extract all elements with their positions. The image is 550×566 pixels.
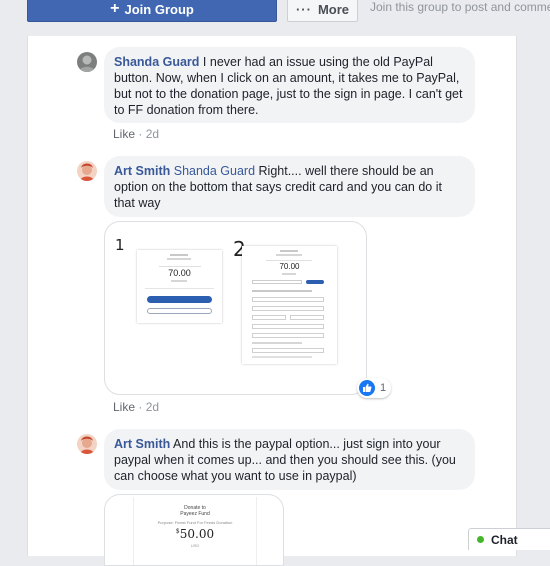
donation-amount: $50.00 xyxy=(175,527,215,541)
reaction-summary[interactable]: 1 xyxy=(357,378,392,398)
handwritten-label-1: 1 xyxy=(115,236,125,254)
join-group-label: Join Group xyxy=(124,1,194,17)
more-label: More xyxy=(317,1,350,17)
comment-time[interactable]: 2d xyxy=(146,400,159,414)
group-action-bar: + Join Group ··· More Join this group to… xyxy=(0,0,550,24)
like-reaction-icon xyxy=(359,380,375,396)
paypal-screenshot-2: 70.00 xyxy=(242,246,337,364)
comment-actions: Like · 2d xyxy=(113,400,159,414)
comment-author[interactable]: Art Smith xyxy=(114,164,170,178)
donation-amount: 70.00 xyxy=(279,262,300,271)
more-button[interactable]: ··· More xyxy=(287,0,358,22)
donation-currency: USD xyxy=(190,543,200,548)
join-group-button[interactable]: + Join Group xyxy=(27,0,277,22)
comment-image-attachment[interactable]: 1 2 70.00 70.00 xyxy=(104,221,367,395)
more-dots-icon: ··· xyxy=(295,1,312,17)
like-link[interactable]: Like xyxy=(113,127,135,141)
comment-bubble: Art Smith And this is the paypal option.… xyxy=(104,429,475,490)
avatar-shanda-guard[interactable] xyxy=(77,52,97,72)
plus-icon: + xyxy=(110,0,120,17)
paypal-screenshot-3: Donate to Payeez Fund Purpose: Finest Fu… xyxy=(133,497,257,565)
paypal-screenshot-1: 70.00 xyxy=(137,250,222,323)
donation-amount: 70.00 xyxy=(168,268,191,278)
comment-author[interactable]: Art Smith xyxy=(114,437,170,451)
like-link[interactable]: Like xyxy=(113,400,135,414)
comment-time[interactable]: 2d xyxy=(146,127,159,141)
reaction-count: 1 xyxy=(380,382,387,394)
comment-bubble: Art Smith Shanda Guard Right.... well th… xyxy=(104,156,475,217)
separator: · xyxy=(138,400,146,414)
mention-link[interactable]: Shanda Guard xyxy=(174,164,255,178)
join-prompt-text: Join this group to post and comme xyxy=(370,0,550,14)
comment-bubble: Shanda Guard I never had an issue using … xyxy=(104,47,475,123)
avatar-art-smith[interactable] xyxy=(77,161,97,181)
separator: · xyxy=(138,127,146,141)
donate-purpose: Purpose: Finest Fund For Feeds Donation xyxy=(157,520,233,525)
online-status-icon xyxy=(477,536,484,543)
chat-tab[interactable]: Chat xyxy=(468,528,550,550)
avatar-art-smith[interactable] xyxy=(77,434,97,454)
donate-subtitle: Payeez Fund xyxy=(180,511,210,517)
comment-image-attachment[interactable]: Donate to Payeez Fund Purpose: Finest Fu… xyxy=(104,494,284,566)
chat-label: Chat xyxy=(491,532,518,547)
comment-author[interactable]: Shanda Guard xyxy=(114,55,199,69)
comment-actions: Like · 2d xyxy=(113,127,159,141)
